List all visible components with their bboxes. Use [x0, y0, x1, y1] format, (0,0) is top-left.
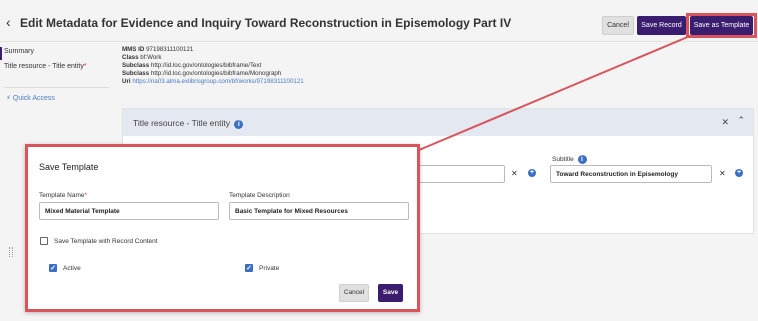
title-field[interactable]	[413, 165, 505, 183]
save-record-button[interactable]: Save Record	[637, 16, 686, 35]
template-description-input[interactable]: Basic Template for Mixed Resources	[229, 202, 409, 220]
subclass-label: Subclass	[122, 70, 150, 77]
sidebar-item-summary[interactable]: Summary	[4, 48, 34, 55]
panel-header: Title resource - Title entity i ✕ ⌃	[123, 109, 753, 136]
template-name-label-text: Template Name	[39, 192, 85, 199]
sidebar-item-label: Title resource - Title entity	[4, 63, 84, 70]
required-mark: *	[83, 63, 87, 70]
close-icon[interactable]: ✕	[721, 117, 729, 128]
subclass-label: Subclass	[122, 62, 150, 69]
add-icon[interactable]: +	[528, 169, 536, 177]
quick-access-link[interactable]: ⚡︎ Quick Access	[6, 94, 55, 102]
resize-handle[interactable]	[9, 247, 13, 257]
subtitle-field[interactable]: Toward Reconstruction in Episemology	[550, 165, 712, 183]
sidebar-item-label: Summary	[4, 48, 34, 55]
save-with-content-label: Save Template with Record Content	[54, 238, 158, 245]
mms-id-label: MMS ID	[122, 46, 145, 53]
subtitle-label-text: Subtitle	[552, 156, 574, 163]
subtitle-label: Subtitle i	[552, 155, 587, 164]
record-metadata: MMS ID 97198311100121 Class bf:Work Subc…	[122, 46, 304, 86]
top-bar: ‹ Edit Metadata for Evidence and Inquiry…	[0, 0, 758, 42]
info-icon[interactable]: i	[234, 120, 244, 129]
private-label: Private	[259, 265, 280, 272]
panel-title: Title resource - Title entity i	[133, 118, 244, 129]
dialog-save-button[interactable]: Save	[378, 284, 403, 302]
quick-access-label: Quick Access	[12, 95, 55, 102]
class-label: Class	[122, 54, 139, 61]
template-name-label: Template Name*	[39, 192, 87, 199]
sidebar-divider	[4, 87, 109, 88]
chevron-left-icon[interactable]: ‹	[6, 15, 11, 29]
sidebar-active-indicator	[0, 47, 2, 60]
subclass-value: http://id.loc.gov/ontologies/bibframe/Te…	[150, 62, 262, 69]
active-checkbox[interactable]: ✓	[49, 264, 57, 272]
save-template-dialog: Save Template Template Name* Mixed Mater…	[25, 144, 420, 312]
required-mark: *	[84, 192, 88, 199]
bolt-icon: ⚡︎	[6, 95, 11, 102]
save-with-content-checkbox[interactable]	[40, 237, 48, 245]
subclass-value: http://id.loc.gov/ontologies/bibframe/Mo…	[150, 70, 282, 77]
panel-title-text: Title resource - Title entity	[133, 118, 230, 128]
chevron-up-icon[interactable]: ⌃	[737, 115, 745, 126]
sidebar-item-title-resource[interactable]: Title resource - Title entity*	[4, 63, 87, 70]
active-label: Active	[63, 265, 81, 272]
uri-link[interactable]: https://na03.alma.exlibrisgroup.com/bf/w…	[132, 78, 303, 85]
class-value: bf:Work	[140, 54, 162, 61]
template-description-label: Template Description	[229, 192, 290, 199]
info-icon[interactable]: i	[577, 155, 587, 164]
clear-icon[interactable]: ✕	[719, 169, 726, 178]
dialog-title: Save Template	[39, 162, 99, 172]
page-title: Edit Metadata for Evidence and Inquiry T…	[20, 16, 512, 30]
mms-id-value: 97198311100121	[146, 46, 194, 53]
cancel-button[interactable]: Cancel	[602, 16, 634, 35]
dialog-cancel-button[interactable]: Cancel	[339, 284, 369, 302]
clear-icon[interactable]: ✕	[511, 169, 518, 178]
uri-label: Uri	[122, 78, 131, 85]
private-checkbox[interactable]: ✓	[245, 264, 253, 272]
template-name-input[interactable]: Mixed Material Template	[39, 202, 219, 220]
add-icon[interactable]: +	[735, 169, 743, 177]
save-as-template-highlight	[686, 13, 757, 38]
